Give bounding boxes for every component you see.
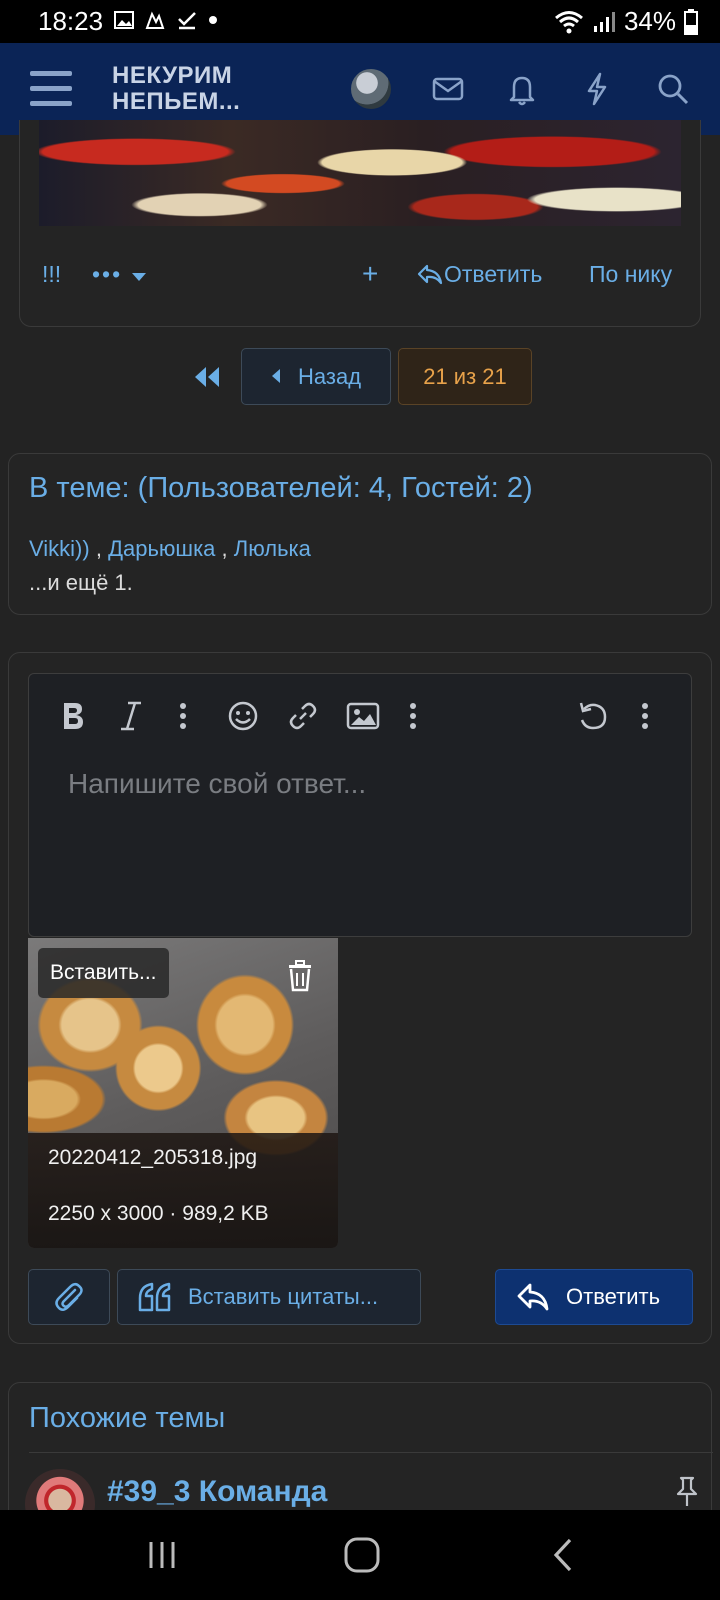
more-button[interactable]: ••• <box>92 254 147 294</box>
signal-icon <box>593 11 615 32</box>
prev-page-label: Назад <box>298 364 362 389</box>
status-time: 18:23 <box>38 6 104 36</box>
paperclip-icon <box>55 1283 83 1311</box>
more-dots: ••• <box>92 261 123 287</box>
system-nav-bar <box>0 1510 720 1600</box>
site-logo[interactable]: НЕКУРИМ НЕПЬЕМ... <box>112 63 240 115</box>
post-actions: !!! ••• + Ответить По нику <box>20 254 702 294</box>
reply-post-label: Ответить <box>444 261 543 287</box>
trash-icon[interactable] <box>280 954 320 998</box>
online-more[interactable]: ...и ещё 1. <box>29 570 133 596</box>
menu-icon[interactable] <box>30 71 72 107</box>
online-in-topic: В теме: (Пользователей: 4, Гостей: 2) Vi… <box>8 453 712 615</box>
home-icon[interactable] <box>337 1532 387 1578</box>
attachment-thumbnail[interactable]: Вставить... 20220412_205318.jpg 2250 x 3… <box>28 938 338 1248</box>
important-button[interactable]: !!! <box>42 254 61 294</box>
insert-quotes-label: Вставить цитаты... <box>188 1284 379 1309</box>
quote-icon <box>138 1282 171 1312</box>
by-nick-button[interactable]: По нику <box>589 254 672 294</box>
online-users: Vikki)) , Дарьюшка , Люлька <box>29 536 311 562</box>
pagination: Назад 21 из 21 <box>0 348 720 406</box>
similar-topics-title: Похожие темы <box>29 1383 713 1453</box>
reply-editor[interactable]: Напишите свой ответ... <box>28 673 692 937</box>
online-user-link[interactable]: Люлька <box>234 536 311 561</box>
similar-topic-link[interactable]: #39_3 Команда <box>107 1475 327 1509</box>
task-done-icon <box>178 12 196 30</box>
prev-page-button[interactable]: Назад <box>241 348 391 405</box>
recent-apps-icon[interactable] <box>137 1532 187 1578</box>
search-icon[interactable] <box>653 69 693 109</box>
reply-post-button[interactable]: Ответить <box>416 254 542 294</box>
online-user-link[interactable]: Vikki)) <box>29 536 90 561</box>
link-icon[interactable] <box>283 694 323 738</box>
pin-icon <box>676 1476 698 1506</box>
logo-line-2: НЕПЬЕМ... <box>112 88 241 115</box>
more-options-icon[interactable] <box>625 694 665 738</box>
image-icon[interactable] <box>343 694 383 738</box>
more-insert-icon[interactable] <box>393 694 433 738</box>
app-root: 18:23 34% НЕКУРИМ НЕПЬЕМ... !!! ••• + От… <box>0 0 720 1600</box>
emoji-icon[interactable] <box>223 694 263 738</box>
undo-icon[interactable] <box>573 694 613 738</box>
quick-reply: Напишите свой ответ... Вставить... 20220… <box>8 652 712 1344</box>
attachment-filename: 20220412_205318.jpg <box>48 1146 258 1169</box>
user-avatar[interactable] <box>350 68 392 110</box>
italic-icon[interactable] <box>111 694 151 738</box>
battery-percent: 34% <box>623 6 676 36</box>
chevron-down-icon <box>131 273 146 281</box>
online-user-link[interactable]: Дарьюшка <box>108 536 215 561</box>
reply-input-placeholder[interactable]: Напишите свой ответ... <box>68 768 366 800</box>
wifi-icon <box>554 10 583 33</box>
notification-icons <box>114 10 218 30</box>
more-formatting-icon[interactable] <box>163 694 203 738</box>
online-title: В теме: (Пользователей: 4, Гостей: 2) <box>29 472 533 504</box>
lightning-icon[interactable] <box>577 69 617 109</box>
app-notification-icon <box>145 11 165 29</box>
battery-icon <box>684 8 698 35</box>
add-button[interactable]: + <box>362 254 378 294</box>
user-separator: , <box>95 536 102 561</box>
gallery-icon <box>114 11 134 29</box>
user-separator: , <box>221 536 228 561</box>
dot-icon <box>209 16 217 24</box>
post-image[interactable] <box>39 120 681 226</box>
post-card: !!! ••• + Ответить По нику <box>19 120 701 327</box>
first-page-icon[interactable] <box>192 362 222 392</box>
reply-icon <box>417 264 443 285</box>
submit-reply-label: Ответить <box>566 1284 661 1309</box>
status-right: 34% <box>554 6 698 37</box>
bell-icon[interactable] <box>502 69 542 109</box>
caret-left-icon <box>272 369 280 383</box>
logo-line-1: НЕКУРИМ <box>112 62 233 89</box>
bold-icon[interactable] <box>53 694 93 738</box>
attachment-meta: 2250 x 3000 · 989,2 KB <box>48 1202 269 1225</box>
attach-files-button[interactable] <box>28 1269 110 1325</box>
insert-quotes-button[interactable]: Вставить цитаты... <box>117 1269 421 1325</box>
submit-reply-button[interactable]: Ответить <box>495 1269 693 1325</box>
mail-icon[interactable] <box>428 69 468 109</box>
back-icon[interactable] <box>538 1532 588 1578</box>
attachment-insert-button[interactable]: Вставить... <box>38 948 169 998</box>
reply-icon <box>517 1283 549 1311</box>
current-page-indicator[interactable]: 21 из 21 <box>398 348 532 405</box>
status-bar: 18:23 34% <box>0 0 720 43</box>
